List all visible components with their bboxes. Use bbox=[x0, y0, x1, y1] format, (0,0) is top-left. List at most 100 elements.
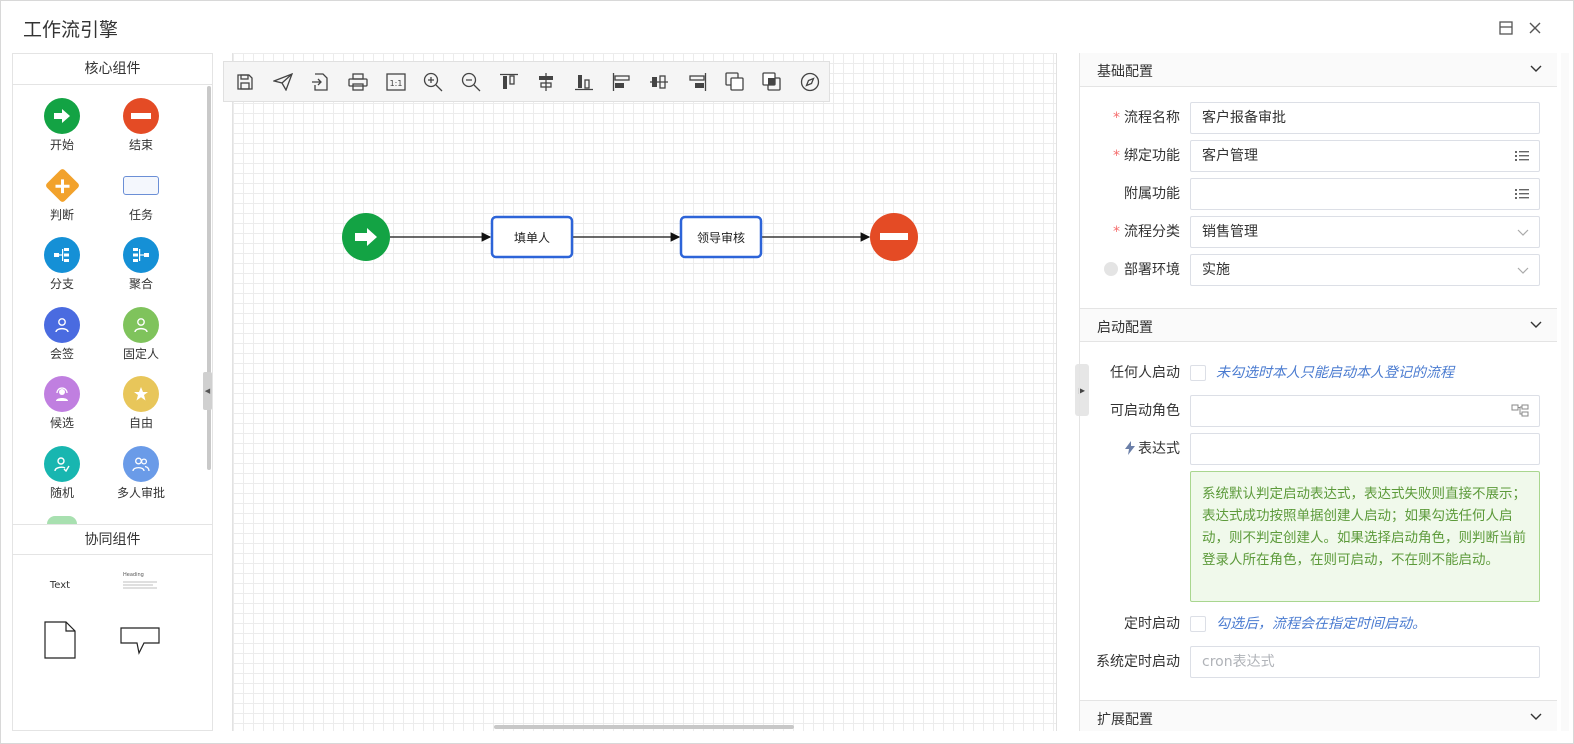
list-icon[interactable] bbox=[1515, 149, 1529, 163]
merge-icon bbox=[123, 237, 159, 274]
start-roles-input[interactable] bbox=[1190, 395, 1540, 427]
workflow-window: 工作流引擎 核心组件 开始 结束判断 任务分支 聚合会签 固定人候选 自由随机 多人审批 协… bbox=[0, 0, 1574, 744]
help-icon[interactable] bbox=[1104, 262, 1118, 276]
title-bar: 工作流引擎 bbox=[1, 1, 1573, 53]
timed-start-label: 定时启动 bbox=[1124, 616, 1180, 632]
component-arrow-right[interactable]: 开始 bbox=[27, 98, 97, 153]
close-icon[interactable] bbox=[1526, 19, 1544, 37]
text-shape[interactable]: Text bbox=[25, 578, 95, 594]
task-node-label: 领导审核 bbox=[697, 230, 745, 245]
timed-start-hint: 勾选后，流程会在指定时间启动。 bbox=[1216, 616, 1426, 632]
task-node-label: 填单人 bbox=[514, 231, 550, 245]
component-label: 任务 bbox=[128, 207, 153, 222]
component-label: 会签 bbox=[49, 346, 74, 361]
config-panel: 基础配置 * 流程名称 客户报备审批 * 绑定功能 客户管理 附属功能 * 流程分类 … bbox=[1079, 53, 1557, 731]
star-icon bbox=[123, 376, 159, 413]
diagram-canvas[interactable]: 1:1 填单人 领导审核 bbox=[214, 53, 1078, 731]
maximize-icon[interactable] bbox=[1497, 19, 1515, 37]
component-branch[interactable]: 分支 bbox=[27, 237, 97, 292]
arrow-right-icon bbox=[44, 98, 80, 134]
minus-icon bbox=[123, 98, 159, 134]
chevron-down-icon bbox=[1530, 713, 1542, 720]
headset-user-icon bbox=[44, 376, 80, 413]
partial-component-icon bbox=[47, 516, 77, 524]
section-title: 扩展配置 bbox=[1097, 712, 1153, 728]
cron-input[interactable]: cron表达式 bbox=[1190, 646, 1540, 678]
component-task-rect[interactable]: 任务 bbox=[106, 168, 176, 223]
text-shape-label: Text bbox=[49, 580, 71, 591]
component-star[interactable]: 自由 bbox=[106, 376, 176, 431]
expression-label: 表达式 bbox=[1080, 439, 1180, 459]
canvas-horizontal-scrollbar[interactable] bbox=[494, 725, 794, 729]
bind-func-input[interactable]: 客户管理 bbox=[1190, 140, 1540, 172]
user-random-icon bbox=[44, 446, 80, 482]
component-label: 多人审批 bbox=[116, 486, 165, 500]
branch-icon bbox=[44, 237, 80, 274]
component-minus[interactable]: 结束 bbox=[106, 98, 176, 153]
config-scrollbar[interactable] bbox=[1561, 53, 1569, 731]
category-label: * 流程分类 bbox=[1113, 224, 1180, 240]
user-icon bbox=[44, 306, 80, 343]
list-icon[interactable] bbox=[1515, 187, 1529, 201]
attach-func-input[interactable] bbox=[1190, 178, 1540, 210]
attach-func-label: 附属功能 bbox=[1124, 186, 1180, 202]
bind-func-label: * 绑定功能 bbox=[1113, 148, 1180, 164]
core-components-header: 核心组件 bbox=[13, 54, 212, 85]
flow-name-input[interactable]: 客户报备审批 bbox=[1190, 102, 1540, 134]
expression-input[interactable] bbox=[1190, 433, 1540, 465]
component-label: 判断 bbox=[49, 207, 74, 222]
component-user-random[interactable]: 随机 bbox=[27, 446, 97, 501]
workflow-diagram: 填单人 领导审核 bbox=[342, 213, 918, 261]
collapse-left-panel-button[interactable]: ◀ bbox=[203, 372, 212, 410]
component-merge[interactable]: 聚合 bbox=[106, 237, 176, 292]
lightning-icon bbox=[1125, 441, 1135, 455]
component-label: 结束 bbox=[128, 138, 153, 152]
users-icon bbox=[123, 446, 159, 482]
component-label: 固定人 bbox=[122, 346, 159, 361]
anyone-start-checkbox[interactable] bbox=[1190, 365, 1206, 381]
component-scrollbar[interactable] bbox=[207, 86, 211, 470]
window-title: 工作流引擎 bbox=[23, 19, 119, 41]
startup-config-section[interactable]: 启动配置 bbox=[1080, 308, 1557, 342]
start-roles-label: 可启动角色 bbox=[1110, 403, 1180, 419]
heading-shape[interactable]: Heading bbox=[105, 572, 175, 594]
task-node[interactable]: 领导审核 bbox=[679, 215, 763, 259]
task-rect-icon bbox=[123, 168, 159, 204]
component-users[interactable]: 多人审批 bbox=[106, 446, 176, 501]
start-node[interactable] bbox=[342, 213, 390, 261]
component-label: 分支 bbox=[49, 277, 74, 292]
component-panel: 核心组件 开始 结束判断 任务分支 聚合会签 固定人候选 自由随机 多人审批 协同组件 Te… bbox=[12, 53, 213, 731]
env-select[interactable]: 实施 bbox=[1190, 254, 1540, 286]
timed-start-checkbox[interactable] bbox=[1190, 616, 1206, 632]
component-label: 自由 bbox=[128, 416, 153, 431]
component-headset-user[interactable]: 候选 bbox=[27, 376, 97, 431]
document-shape[interactable] bbox=[25, 621, 95, 662]
component-user[interactable]: 固定人 bbox=[106, 306, 176, 362]
heading-shape-label: Heading bbox=[123, 572, 144, 578]
env-label: 部署环境 bbox=[1080, 260, 1180, 280]
user-icon bbox=[123, 306, 159, 343]
plus-diamond-icon bbox=[44, 167, 80, 204]
category-select[interactable]: 销售管理 bbox=[1190, 216, 1540, 248]
section-title: 启动配置 bbox=[1097, 320, 1153, 336]
component-label: 开始 bbox=[49, 138, 74, 152]
component-label: 候选 bbox=[49, 416, 74, 431]
anyone-start-label: 任何人启动 bbox=[1110, 365, 1180, 381]
end-node[interactable] bbox=[870, 213, 918, 261]
org-tree-icon[interactable] bbox=[1511, 404, 1529, 418]
ext-config-section[interactable]: 扩展配置 bbox=[1080, 700, 1557, 731]
component-user[interactable]: 会签 bbox=[27, 306, 97, 362]
component-plus-diamond[interactable]: 判断 bbox=[27, 167, 97, 223]
task-node[interactable]: 填单人 bbox=[490, 215, 574, 259]
component-label: 随机 bbox=[49, 486, 74, 500]
callout-shape[interactable] bbox=[105, 627, 175, 658]
chevron-down-icon bbox=[1530, 321, 1542, 328]
chevron-down-icon bbox=[1530, 65, 1542, 72]
section-title: 基础配置 bbox=[1097, 64, 1153, 80]
component-label: 聚合 bbox=[128, 277, 153, 292]
chevron-down-icon bbox=[1517, 229, 1529, 236]
anyone-start-hint: 未勾选时本人只能启动本人登记的流程 bbox=[1216, 365, 1454, 381]
cron-label: 系统定时启动 bbox=[1096, 654, 1180, 670]
basic-config-section[interactable]: 基础配置 bbox=[1080, 53, 1557, 87]
collab-components-header: 协同组件 bbox=[13, 524, 212, 555]
